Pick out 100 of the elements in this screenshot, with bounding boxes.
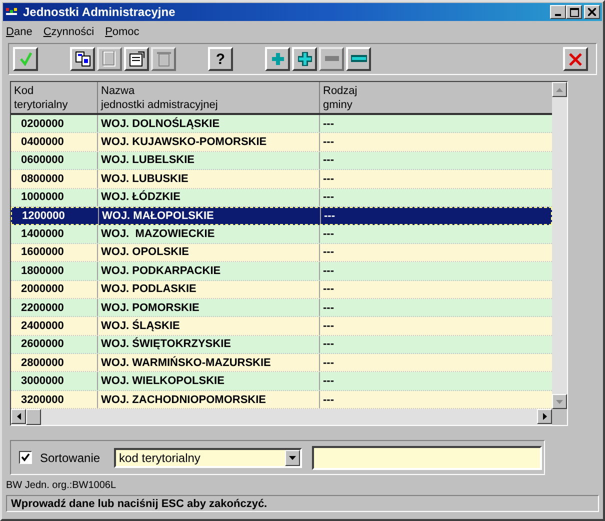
table-cell: WOJ. ŁÓDZKIE — [98, 188, 320, 206]
table-cell-text: --- — [322, 190, 335, 206]
table-cell-text: --- — [322, 227, 335, 242]
table-cell-text: --- — [322, 337, 335, 352]
table-cell: WOJ. KUJAWSKO-POMORSKIE — [98, 133, 320, 151]
table-cell-text: --- — [322, 245, 335, 260]
scroll-left-button[interactable] — [11, 409, 26, 424]
left-arrow-icon — [16, 413, 20, 420]
table-cell: 1000000 — [11, 188, 98, 206]
down-arrow-icon — [556, 400, 563, 404]
column-header[interactable]: Nazwa jednostki admistracyjnej — [98, 82, 320, 113]
help-button[interactable]: ? — [208, 47, 233, 71]
table-cell: WOJ. POMORSKIE — [98, 298, 320, 316]
scroll-right-button[interactable] — [537, 409, 552, 424]
table-cell-text: --- — [322, 264, 335, 279]
table-cell: WOJ. WIELKOPOLSKIE — [98, 372, 320, 390]
table-row[interactable]: 3200000 WOJ. ZACHODNIOPOMORSKIE --- — [11, 390, 552, 410]
minus-icon — [324, 56, 338, 62]
close-button[interactable] — [584, 5, 600, 19]
table-cell: 3000000 — [11, 372, 98, 390]
table-row[interactable]: 0400000 WOJ. KUJAWSKO-POMORSKIE --- — [11, 133, 552, 152]
column-header[interactable]: Rodzaj gminy — [320, 82, 552, 113]
sort-label: Sortowanie — [40, 450, 100, 465]
up-arrow-icon — [556, 88, 563, 92]
scroll-down-button[interactable] — [552, 394, 567, 410]
scrollbar-corner — [552, 409, 567, 426]
dropdown-value: kod terytorialny — [119, 450, 202, 465]
copy-icon — [74, 51, 90, 67]
table-row[interactable]: 1400000 WOJ. MAZOWIECKIE --- — [11, 225, 552, 244]
table-cell: WOJ. MAŁOPOLSKIE — [99, 208, 321, 224]
menu-item[interactable]: Pomoc — [105, 26, 140, 38]
table-cell-text: --- — [322, 282, 335, 298]
dropdown-button[interactable] — [285, 450, 300, 466]
menu-item[interactable]: Czynności — [43, 26, 94, 38]
table-row[interactable]: 0200000 WOJ. DOLNOŚLĄSKIE --- — [11, 115, 552, 134]
table-row[interactable]: 2400000 WOJ. ŚLĄSKIE --- — [11, 317, 552, 336]
table-cell: WOJ. DOLNOŚLĄSKIE — [98, 115, 320, 132]
sort-dropdown[interactable]: kod terytorialny — [114, 448, 302, 468]
table-cell-text: --- — [322, 318, 335, 334]
status-bar: Wprowadź dane lub naciśnij ESC aby zakończyć. — [6, 495, 599, 512]
down-arrow-icon — [289, 456, 296, 460]
form-id-label: BW Jedn. org.:BW1006L — [6, 480, 118, 492]
scroll-up-button[interactable] — [552, 82, 567, 97]
table-cell-text: --- — [322, 172, 335, 187]
table-row[interactable]: 3000000 WOJ. WIELKOPOLSKIE --- — [11, 372, 552, 391]
table-cell: 0400000 — [11, 133, 98, 151]
table-cell-text: --- — [322, 356, 335, 371]
search-field[interactable] — [312, 446, 542, 470]
table-cell: WOJ. ZACHODNIOPOMORSKIE — [98, 390, 320, 408]
table-cell: WOJ. MAZOWIECKIE — [98, 225, 320, 243]
table-cell-text: --- — [322, 300, 335, 316]
table-cell: 2400000 — [11, 317, 98, 335]
table-row[interactable]: 1200000 WOJ. MAŁOPOLSKIE --- — [11, 206, 552, 226]
trash-icon — [156, 51, 170, 67]
table-cell: WOJ. LUBUSKIE — [98, 170, 320, 188]
page-icon — [102, 51, 118, 67]
right-arrow-icon — [542, 413, 546, 420]
table-row[interactable]: 1000000 WOJ. ŁÓDZKIE --- — [11, 188, 552, 207]
table-cell: 0200000 — [11, 115, 98, 132]
table-cell: WOJ. PODKARPACKIE — [98, 262, 320, 280]
table-cell: 2200000 — [11, 298, 98, 316]
table-cell: 1200000 — [12, 208, 99, 224]
minus-icon — [350, 55, 366, 63]
table-row[interactable]: 0800000 WOJ. LUBUSKIE --- — [11, 170, 552, 189]
maximize-button[interactable] — [566, 5, 582, 19]
table-cell: 0800000 — [11, 170, 98, 188]
menu-item[interactable]: Dane — [6, 26, 32, 38]
close-icon — [588, 8, 596, 16]
scroll-thumb[interactable] — [26, 409, 41, 426]
table-cell: 1400000 — [11, 225, 98, 243]
table-cell: 2000000 — [11, 280, 98, 298]
table-row[interactable]: 2600000 WOJ. ŚWIĘTOKRZYSKIE --- — [11, 336, 552, 354]
table-cell-text: --- — [323, 209, 336, 224]
close-icon — [569, 52, 582, 66]
table-row[interactable]: 2000000 WOJ. PODLASKIE --- — [11, 280, 552, 299]
column-header[interactable]: Kod terytorialny — [11, 82, 98, 113]
form-icon — [128, 51, 144, 67]
table-cell: 2800000 — [11, 354, 98, 372]
table-row[interactable]: 1800000 WOJ. PODKARPACKIE --- — [11, 262, 552, 281]
table-row[interactable]: 1600000 WOJ. OPOLSKIE --- — [11, 244, 552, 262]
table-cell: 1800000 — [11, 262, 98, 280]
table-row[interactable]: 0600000 WOJ. LUBELSKIE --- — [11, 152, 552, 170]
checkbox[interactable] — [19, 451, 32, 464]
window-title: Jednostki Administracyjne — [23, 5, 176, 19]
plus-icon — [296, 51, 312, 67]
table-cell: WOJ. LUBELSKIE — [98, 152, 320, 170]
check-icon — [18, 52, 32, 66]
table-row[interactable]: 2200000 WOJ. POMORSKIE --- — [11, 298, 552, 318]
table-cell-text: --- — [322, 116, 335, 132]
minimize-button[interactable] — [550, 5, 566, 19]
table-row[interactable]: 2800000 WOJ. WARMIŃSKO-MAZURSKIE --- — [11, 354, 552, 372]
horizontal-scrollbar[interactable] — [11, 409, 552, 426]
table-cell: WOJ. ŚLĄSKIE — [98, 317, 320, 335]
table-cell-text: --- — [322, 153, 335, 168]
table-cell: WOJ. WARMIŃSKO-MAZURSKIE — [98, 354, 320, 372]
table-cell-text: --- — [322, 392, 335, 408]
maximize-icon — [570, 8, 578, 16]
table-cell: 1600000 — [11, 244, 98, 262]
table-cell: WOJ. OPOLSKIE — [98, 244, 320, 262]
vertical-scrollbar[interactable] — [552, 82, 567, 410]
